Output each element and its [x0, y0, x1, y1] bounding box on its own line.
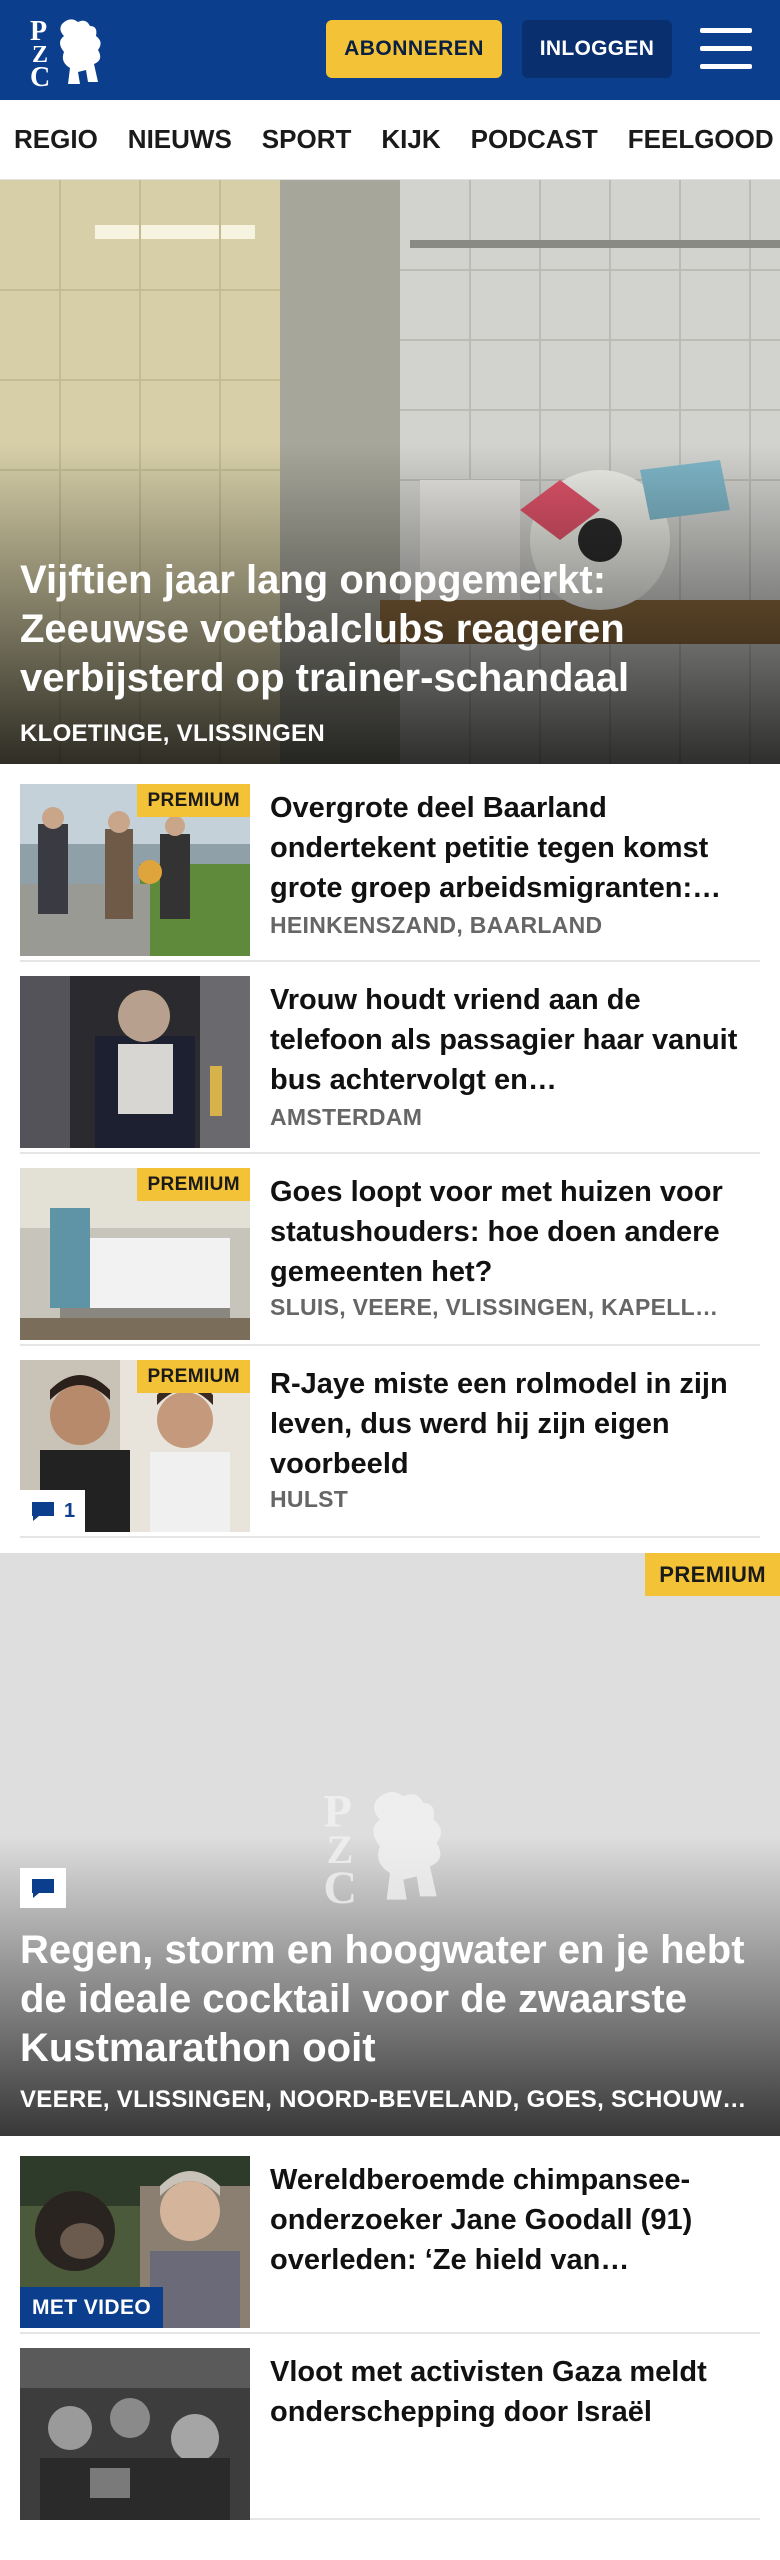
section-nav: REGIO NIEUWS SPORT KIJK PODCAST FEELGOOD: [0, 100, 780, 180]
pzc-logo[interactable]: P Z C: [28, 12, 112, 93]
article-item[interactable]: PREMIUM 1 R-Jaye miste een rolmodel in z…: [20, 1360, 760, 1538]
article-item[interactable]: Vrouw houdt vriend aan de telefoon als p…: [20, 976, 760, 1154]
article-title[interactable]: Goes loopt voor met huizen voor statusho…: [270, 1172, 760, 1292]
login-button[interactable]: INLOGGEN: [522, 20, 672, 78]
nav-item-feelgood[interactable]: FEELGOOD: [628, 124, 774, 155]
article-item[interactable]: Vloot met activisten Gaza meldt ondersch…: [20, 2348, 760, 2520]
article-location: SLUIS, VEERE, VLISSINGEN, KAPELL…: [270, 1294, 719, 1320]
article-thumbnail: PREMIUM: [20, 784, 250, 956]
article-item[interactable]: PREMIUM Goes loopt voor met huizen voor …: [20, 1168, 760, 1346]
article-title[interactable]: Vrouw houdt vriend aan de telefoon als p…: [270, 980, 760, 1100]
article-thumbnail: PREMIUM 1: [20, 1360, 250, 1532]
svg-text:C: C: [323, 1862, 357, 1908]
article-item[interactable]: MET VIDEO Wereldberoemde chimpansee-onde…: [20, 2156, 760, 2334]
feature-title[interactable]: Regen, storm en hoogwater en je hebt de …: [20, 1926, 760, 2073]
nav-item-kijk[interactable]: KIJK: [381, 124, 440, 155]
article-location: AMSTERDAM: [270, 1104, 423, 1130]
nav-item-sport[interactable]: SPORT: [262, 124, 352, 155]
article-location: HEINKENSZAND, BAARLAND: [270, 912, 603, 938]
article-title[interactable]: Wereldberoemde chimpansee-onderzoeker Ja…: [270, 2160, 760, 2280]
article-item[interactable]: PREMIUM Overgrote deel Baarland ondertek…: [20, 784, 760, 962]
nav-item-podcast[interactable]: PODCAST: [471, 124, 598, 155]
article-thumbnail: PREMIUM: [20, 1168, 250, 1340]
article-title[interactable]: Overgrote deel Baarland ondertekent peti…: [270, 788, 760, 908]
svg-text:C: C: [30, 62, 50, 88]
top-bar: P Z C ABONNEREN INLOGGEN: [0, 0, 780, 100]
article-thumbnail: [20, 2348, 250, 2520]
comment-count: 1: [64, 1499, 76, 1522]
feature-article[interactable]: PREMIUM P Z C Regen, storm en hoogwater …: [0, 1553, 780, 2136]
comment-count-badge[interactable]: 1: [20, 1490, 86, 1532]
article-title[interactable]: R-Jaye miste een rolmodel in zijn leven,…: [270, 1364, 760, 1484]
premium-badge: PREMIUM: [137, 1168, 250, 1201]
premium-badge: PREMIUM: [137, 1360, 250, 1393]
article-thumbnail: MET VIDEO: [20, 2156, 250, 2328]
article-thumbnail: [20, 976, 250, 1148]
comment-icon[interactable]: [20, 1868, 66, 1908]
hero-article[interactable]: Vijftien jaar lang onopgemerkt: Zeeuwse …: [0, 180, 780, 764]
nav-item-nieuws[interactable]: NIEUWS: [128, 124, 232, 155]
article-location: HULST: [270, 1486, 349, 1512]
pzc-placeholder-logo: P Z C: [320, 1778, 460, 1914]
hero-title[interactable]: Vijftien jaar lang onopgemerkt: Zeeuwse …: [20, 556, 760, 703]
video-badge: MET VIDEO: [20, 2287, 164, 2328]
hero-location: KLOETINGE, VLISSINGEN: [20, 720, 325, 747]
hamburger-menu-icon[interactable]: [700, 26, 752, 72]
premium-badge: PREMIUM: [645, 1553, 780, 1596]
article-title[interactable]: Vloot met activisten Gaza meldt ondersch…: [270, 2352, 760, 2432]
premium-badge: PREMIUM: [137, 784, 250, 817]
feature-location: VEERE, VLISSINGEN, NOORD-BEVELAND, GOES,…: [20, 2086, 760, 2113]
nav-item-regio[interactable]: REGIO: [14, 124, 98, 155]
comment-icon: [32, 1502, 54, 1521]
subscribe-button[interactable]: ABONNEREN: [326, 20, 502, 78]
